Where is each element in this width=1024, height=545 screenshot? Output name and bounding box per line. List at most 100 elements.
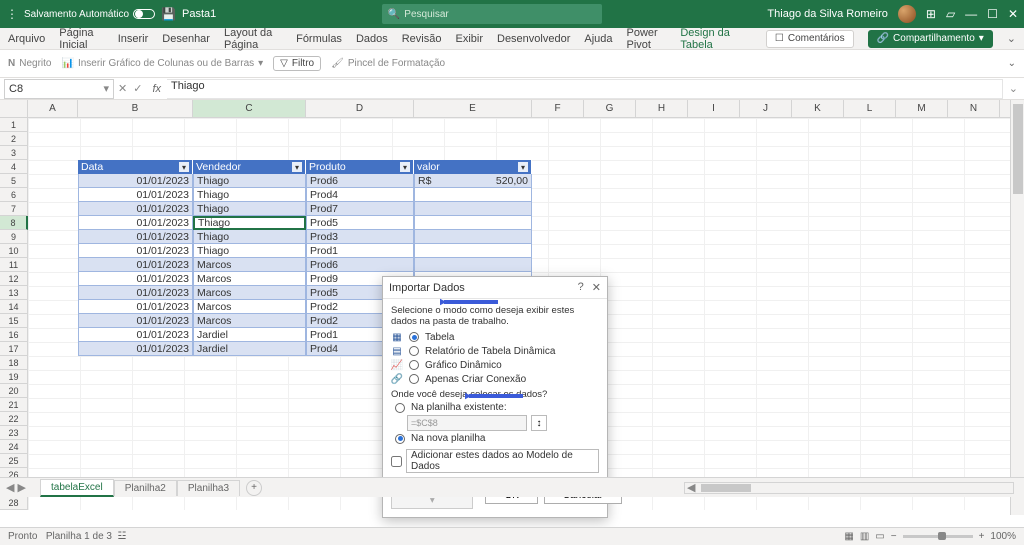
col-N[interactable]: N <box>948 100 1000 117</box>
cell[interactable]: 01/01/2023 <box>78 314 193 328</box>
cell[interactable]: Prod6 <box>306 174 414 188</box>
autosave-switch-icon[interactable] <box>133 9 155 19</box>
cell[interactable]: 01/01/2023 <box>78 258 193 272</box>
row-header[interactable]: 2 <box>0 132 28 146</box>
cell[interactable]: Marcos <box>193 314 306 328</box>
radio-connection[interactable] <box>409 374 419 384</box>
cell[interactable]: 01/01/2023 <box>78 216 193 230</box>
minimize-icon[interactable]: — <box>965 7 977 21</box>
col-C[interactable]: C <box>193 100 306 117</box>
fx-icon[interactable]: fx <box>146 83 167 95</box>
help-icon[interactable]: ? <box>578 281 584 294</box>
cell[interactable]: Marcos <box>193 272 306 286</box>
cell[interactable]: Prod4 <box>306 188 414 202</box>
select-all-corner[interactable] <box>0 100 28 117</box>
tab-inserir[interactable]: Inserir <box>118 28 149 49</box>
cell[interactable]: Prod1 <box>306 244 414 258</box>
col-E[interactable]: E <box>414 100 532 117</box>
zoom-out-icon[interactable]: − <box>891 531 897 542</box>
view-pagebreak-icon[interactable]: ▭ <box>875 531 884 542</box>
bold-button[interactable]: N Negrito <box>8 58 51 69</box>
col-I[interactable]: I <box>688 100 740 117</box>
hscroll-thumb[interactable] <box>701 484 751 492</box>
row-header[interactable]: 6 <box>0 188 28 202</box>
comments-button[interactable]: ☐ Comentários <box>766 30 854 48</box>
col-D[interactable]: D <box>306 100 414 117</box>
cell[interactable] <box>414 230 532 244</box>
cell[interactable]: 01/01/2023 <box>78 342 193 356</box>
row-header[interactable]: 20 <box>0 384 28 398</box>
table-row[interactable]: 01/01/2023ThiagoProd7 <box>78 202 532 216</box>
row-header[interactable]: 19 <box>0 370 28 384</box>
cell[interactable]: Jardiel <box>193 342 306 356</box>
tab-design-tabela[interactable]: Design da Tabela <box>680 28 738 49</box>
filter-dropdown-icon[interactable]: ▾ <box>179 162 189 172</box>
table-row[interactable]: 01/01/2023ThiagoProd5 <box>78 216 532 230</box>
opt-existing-row[interactable]: Na planilha existente: <box>395 402 599 413</box>
ref-picker-button[interactable]: ↕ <box>531 415 547 431</box>
cell[interactable]: R$520,00 <box>414 174 532 188</box>
zoom-level[interactable]: 100% <box>990 531 1016 542</box>
cell[interactable]: 01/01/2023 <box>78 286 193 300</box>
radio-pivotchart[interactable] <box>409 360 419 370</box>
save-icon[interactable]: 💾 <box>161 7 176 21</box>
row-header[interactable]: 22 <box>0 412 28 426</box>
cell[interactable]: 01/01/2023 <box>78 230 193 244</box>
cell[interactable]: Thiago <box>193 230 306 244</box>
th-produto[interactable]: Produto▾ <box>306 160 414 174</box>
cell[interactable] <box>414 258 532 272</box>
formula-accept-icon[interactable]: ✓ <box>133 82 142 95</box>
cell[interactable]: 01/01/2023 <box>78 328 193 342</box>
cell[interactable]: Prod3 <box>306 230 414 244</box>
horizontal-scrollbar[interactable]: ◀ <box>684 482 1014 494</box>
formula-expand-icon[interactable]: ⌄ <box>1003 82 1024 95</box>
row-header[interactable]: 15 <box>0 314 28 328</box>
table-row[interactable]: 01/01/2023ThiagoProd6R$520,00 <box>78 174 532 188</box>
ribbon-dropdown-icon[interactable]: ⌄ <box>1008 58 1016 69</box>
search-box[interactable]: 🔍 Pesquisar <box>382 4 602 24</box>
th-data[interactable]: Data▾ <box>78 160 193 174</box>
tab-desenhar[interactable]: Desenhar <box>162 28 210 49</box>
col-A[interactable]: A <box>28 100 78 117</box>
table-row[interactable]: 01/01/2023ThiagoProd4 <box>78 188 532 202</box>
document-name[interactable]: Pasta1 <box>182 8 216 20</box>
col-F[interactable]: F <box>532 100 584 117</box>
cell[interactable]: Thiago <box>193 216 306 230</box>
tab-pagina-inicial[interactable]: Página Inicial <box>59 28 103 49</box>
row-header[interactable]: 23 <box>0 426 28 440</box>
zoom-in-icon[interactable]: + <box>979 531 985 542</box>
col-K[interactable]: K <box>792 100 844 117</box>
filter-button[interactable]: ▽ Filtro <box>273 56 321 71</box>
sheet-tab-2[interactable]: Planilha2 <box>114 480 177 496</box>
radio-newsheet[interactable] <box>395 434 405 444</box>
tab-desenvolvedor[interactable]: Desenvolvedor <box>497 28 570 49</box>
row-header[interactable]: 14 <box>0 300 28 314</box>
sheet-nav[interactable]: ◀ ▶ <box>6 481 26 494</box>
ribbon-display-icon[interactable]: ▱ <box>946 7 955 21</box>
row-header[interactable]: 9 <box>0 230 28 244</box>
table-row[interactable]: 01/01/2023ThiagoProd1 <box>78 244 532 258</box>
row-header[interactable]: 5 <box>0 174 28 188</box>
cell[interactable] <box>414 202 532 216</box>
opt-connection-row[interactable]: 🔗 Apenas Criar Conexão <box>391 373 599 385</box>
opt-new-row[interactable]: Na nova planilha <box>395 433 599 444</box>
table-row[interactable]: 01/01/2023ThiagoProd3 <box>78 230 532 244</box>
filter-dropdown-icon[interactable]: ▾ <box>400 162 410 172</box>
tab-arquivo[interactable]: Arquivo <box>8 28 45 49</box>
cell[interactable] <box>414 188 532 202</box>
accessibility-icon[interactable]: ☳ <box>118 531 127 542</box>
cell[interactable]: Thiago <box>193 174 306 188</box>
row-header[interactable]: 17 <box>0 342 28 356</box>
format-painter-button[interactable]: 🖌 Pincel de Formatação <box>331 58 445 69</box>
col-H[interactable]: H <box>636 100 688 117</box>
cell[interactable]: Thiago <box>193 202 306 216</box>
cell[interactable]: 01/01/2023 <box>78 174 193 188</box>
ribbon-collapse-icon[interactable]: ⌄ <box>1007 32 1016 45</box>
opt-pivot-row[interactable]: ▤ Relatório de Tabela Dinâmica <box>391 345 599 357</box>
cell[interactable]: 01/01/2023 <box>78 188 193 202</box>
sheet-tab-active[interactable]: tabelaExcel <box>40 479 114 497</box>
cell[interactable]: 01/01/2023 <box>78 202 193 216</box>
view-pagelayout-icon[interactable]: ▥ <box>860 531 869 542</box>
name-box-dropdown-icon[interactable]: ▾ <box>103 82 109 95</box>
tab-dados[interactable]: Dados <box>356 28 388 49</box>
